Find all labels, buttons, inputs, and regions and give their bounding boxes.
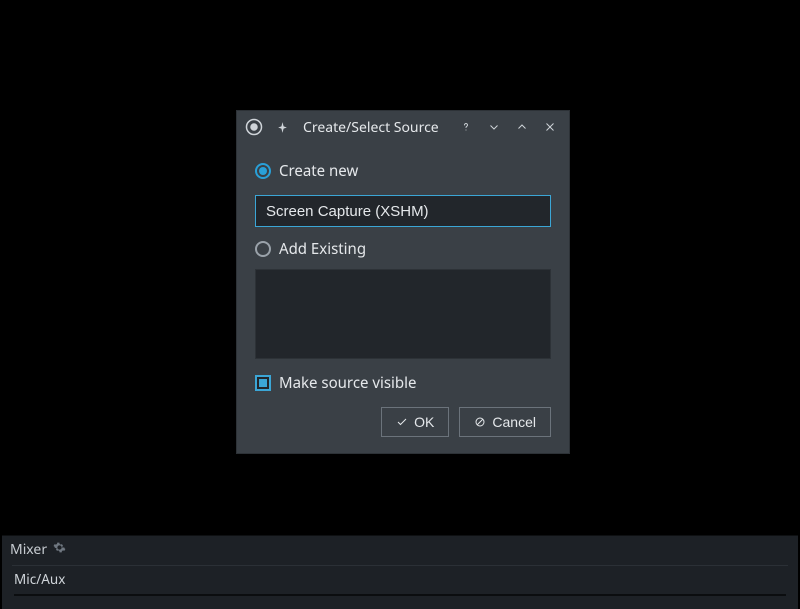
- cancel-button-label: Cancel: [492, 414, 536, 430]
- help-icon[interactable]: [455, 116, 477, 138]
- prohibit-icon: [474, 416, 486, 428]
- dialog-title: Create/Select Source: [303, 118, 449, 137]
- ok-button-label: OK: [414, 414, 434, 430]
- minimize-icon[interactable]: [483, 116, 505, 138]
- make-source-visible-label: Make source visible: [279, 373, 416, 393]
- create-new-label: Create new: [279, 161, 358, 181]
- mixer-channel[interactable]: Mic/Aux: [12, 565, 788, 596]
- gear-icon[interactable]: [53, 540, 66, 559]
- obs-app-icon: [243, 116, 265, 138]
- mixer-channel-name: Mic/Aux: [14, 570, 65, 588]
- make-source-visible-checkbox[interactable]: Make source visible: [255, 373, 551, 393]
- dialog-titlebar[interactable]: Create/Select Source: [237, 111, 569, 143]
- existing-sources-list[interactable]: [255, 269, 551, 359]
- create-select-source-dialog: Create/Select Source Create new Add Exis…: [236, 110, 570, 454]
- add-existing-label: Add Existing: [279, 239, 366, 259]
- radio-indicator-checked: [255, 163, 271, 179]
- mixer-header: Mixer: [2, 536, 798, 565]
- maximize-icon[interactable]: [511, 116, 533, 138]
- mixer-panel: Mixer Mic/Aux: [2, 535, 798, 609]
- ok-button[interactable]: OK: [381, 407, 449, 437]
- pin-icon[interactable]: [271, 116, 293, 138]
- create-new-radio[interactable]: Create new: [255, 161, 551, 181]
- audio-meter: [14, 594, 786, 596]
- checkbox-indicator: [255, 375, 271, 391]
- dialog-button-row: OK Cancel: [255, 407, 551, 437]
- source-name-input[interactable]: [255, 195, 551, 227]
- check-icon: [396, 416, 408, 428]
- mixer-title: Mixer: [10, 540, 47, 559]
- add-existing-radio[interactable]: Add Existing: [255, 239, 551, 259]
- radio-indicator-unchecked: [255, 241, 271, 257]
- dialog-body: Create new Add Existing Make source visi…: [237, 143, 569, 453]
- cancel-button[interactable]: Cancel: [459, 407, 551, 437]
- close-icon[interactable]: [539, 116, 561, 138]
